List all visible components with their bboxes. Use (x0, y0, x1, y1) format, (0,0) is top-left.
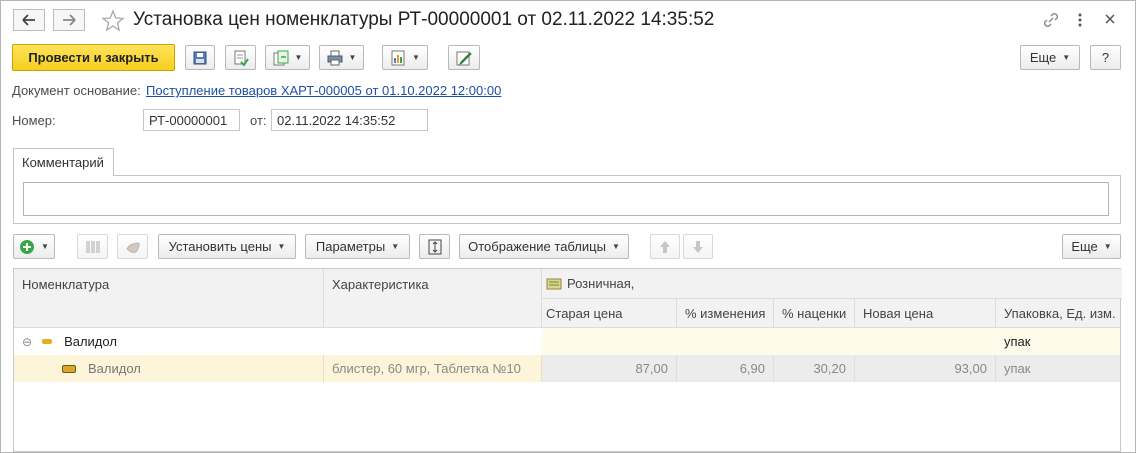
parameters-button[interactable]: Параметры ▼ (305, 234, 410, 259)
barcode-button[interactable] (77, 234, 108, 259)
chevron-down-icon: ▼ (348, 53, 357, 62)
item-package: упак (1004, 361, 1031, 376)
favorite-button[interactable] (101, 9, 125, 36)
create-based-on-button[interactable]: ▼ (265, 45, 310, 70)
print-button[interactable]: ▼ (319, 45, 364, 70)
number-field[interactable]: РТ-00000001 (143, 109, 240, 131)
item-characteristic: блистер, 60 мгр, Таблетка №10 (324, 355, 542, 382)
prices-table: Номенклатура Характеристика Розничная, С… (13, 268, 1122, 452)
group-row-package: упак (1004, 334, 1031, 349)
column-header-new-price[interactable]: Новая цена (855, 299, 996, 328)
row-height-button[interactable] (419, 234, 450, 259)
table-row[interactable]: Валидол блистер, 60 мгр, Таблетка №10 87… (14, 355, 1120, 382)
parameters-label: Параметры (315, 239, 386, 254)
column-group-retail-label: Розничная, (567, 276, 635, 291)
report-icon (391, 50, 405, 65)
link-button[interactable] (1042, 11, 1060, 32)
chevron-down-icon: ▼ (611, 242, 620, 251)
more-vertical-icon (1078, 13, 1082, 27)
forward-button[interactable] (53, 9, 85, 31)
close-button[interactable] (1104, 13, 1116, 28)
item-markup-pct: 30,20 (774, 355, 855, 382)
price-type-icon (546, 278, 562, 289)
move-up-button[interactable] (650, 234, 680, 259)
add-row-button[interactable]: ▼ (13, 234, 55, 259)
table-display-label: Отображение таблицы (468, 239, 606, 254)
comment-input[interactable] (23, 182, 1109, 216)
arrow-right-icon (63, 14, 76, 26)
post-button[interactable] (225, 45, 256, 70)
save-icon (193, 51, 207, 64)
table-more-button[interactable]: Еще ▼ (1062, 234, 1121, 259)
back-button[interactable] (13, 9, 45, 31)
close-icon (1105, 14, 1115, 24)
item-name: Валидол (88, 361, 141, 376)
pick-button[interactable] (117, 234, 148, 259)
tab-comment[interactable]: Комментарий (13, 148, 114, 176)
chevron-down-icon: ▼ (391, 242, 400, 251)
link-icon (1044, 13, 1058, 27)
chevron-down-icon: ▼ (1103, 242, 1112, 251)
arrow-up-icon (660, 240, 670, 253)
basis-document-link[interactable]: Поступление товаров ХАРТ-000005 от 01.10… (146, 83, 501, 98)
post-and-close-button[interactable]: Провести и закрыть (12, 44, 175, 71)
basis-document-label: Документ основание: (12, 83, 141, 98)
date-field[interactable]: 02.11.2022 14:35:52 (271, 109, 428, 131)
help-button[interactable]: ? (1090, 45, 1121, 70)
column-header-change-pct[interactable]: % изменения (677, 299, 774, 328)
column-header-nomenclature[interactable]: Номенклатура (14, 269, 324, 328)
chevron-down-icon: ▼ (412, 53, 420, 62)
chevron-down-icon: ▼ (277, 242, 286, 251)
more-menu-button[interactable] (1076, 12, 1084, 31)
save-button[interactable] (185, 45, 215, 70)
column-header-characteristic[interactable]: Характеристика (324, 269, 542, 328)
page-title: Установка цен номенклатуры РТ-00000001 о… (133, 9, 715, 30)
set-prices-button[interactable]: Установить цены ▼ (158, 234, 296, 259)
arrow-down-icon (693, 240, 703, 253)
table-more-label: Еще (1071, 239, 1098, 254)
item-change-pct: 6,90 (677, 355, 774, 382)
item-icon (62, 364, 76, 373)
plus-circle-icon (20, 239, 35, 254)
chevron-down-icon: ▼ (41, 242, 49, 251)
collapse-icon[interactable]: ⊖ (22, 335, 32, 349)
item-name-cell: Валидол (14, 355, 324, 382)
date-label: от: (250, 113, 267, 128)
create-based-icon (273, 50, 289, 65)
chevron-down-icon: ▼ (294, 53, 303, 62)
group-row-name-cell: ⊖ Валидол (14, 328, 542, 355)
barcode-icon (85, 240, 100, 253)
number-label: Номер: (12, 113, 56, 128)
column-header-old-price[interactable]: Старая цена (542, 299, 677, 328)
expand-vertical-icon (428, 239, 441, 254)
hand-icon (125, 241, 140, 253)
printer-icon (327, 50, 343, 65)
column-header-package[interactable]: Упаковка, Ед. изм. (996, 299, 1120, 328)
item-new-price: 93,00 (855, 355, 996, 382)
more-button[interactable]: Еще ▼ (1020, 45, 1080, 70)
set-prices-label: Установить цены (168, 239, 272, 254)
table-display-button[interactable]: Отображение таблицы ▼ (459, 234, 629, 259)
table-row-group[interactable]: ⊖ Валидол упак (14, 328, 1120, 355)
group-row-name: Валидол (64, 334, 117, 349)
item-old-price: 87,00 (542, 355, 677, 382)
arrow-left-icon (22, 14, 35, 26)
column-group-retail: Розничная, (542, 269, 1122, 299)
edit-icon (456, 51, 472, 65)
column-header-markup-pct[interactable]: % наценки (774, 299, 855, 328)
chevron-down-icon: ▼ (1062, 53, 1071, 62)
group-folder-icon (42, 339, 53, 344)
more-button-label: Еще (1029, 50, 1057, 65)
move-down-button[interactable] (683, 234, 713, 259)
star-icon (101, 9, 125, 32)
edit-button[interactable] (448, 45, 480, 70)
reports-button[interactable]: ▼ (382, 45, 428, 70)
post-document-icon (234, 50, 249, 66)
